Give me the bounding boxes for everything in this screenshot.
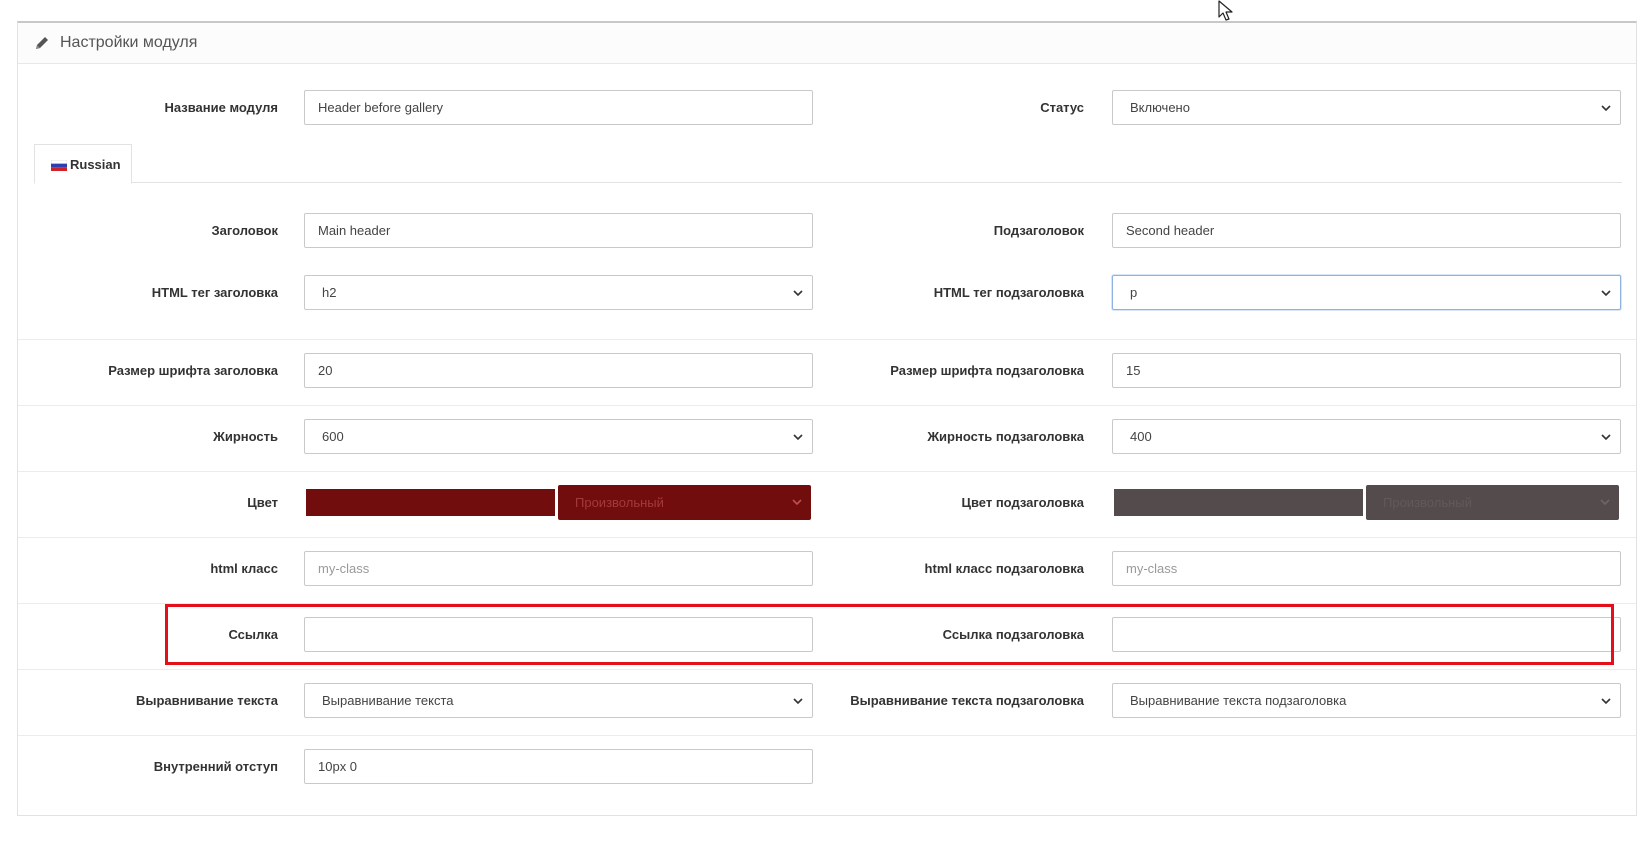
heading-color-label: Цвет <box>247 495 278 510</box>
status-label: Статус <box>1040 100 1084 115</box>
row-html-tag: HTML тег заголовка h2 HTML тег подзаголо… <box>18 263 1636 329</box>
heading-color-mode-value: Произвольный <box>575 495 664 510</box>
heading-weight-select[interactable]: 600 <box>304 419 813 454</box>
subheading-label: Подзаголовок <box>993 223 1084 238</box>
russian-flag-icon <box>50 159 68 171</box>
subheading-tag-select[interactable]: p <box>1112 275 1621 310</box>
heading-label: Заголовок <box>211 223 278 238</box>
chevron-down-icon <box>1601 434 1611 441</box>
row-html-class: html класс my-class html класс подзаголо… <box>18 537 1636 603</box>
chevron-down-icon <box>1601 105 1611 112</box>
subheading-color-swatch[interactable] <box>1114 489 1363 516</box>
padding-label: Внутренний отступ <box>153 759 278 774</box>
subheading-color-mode-value: Произвольный <box>1383 495 1472 510</box>
subheading-align-select[interactable]: Выравнивание текста подзаголовка <box>1112 683 1621 718</box>
panel-title: Настройки модуля <box>60 34 198 51</box>
subheading-tag-value: p <box>1130 285 1138 300</box>
heading-weight-label: Жирность <box>213 429 278 444</box>
panel-heading: Настройки модуля <box>18 23 1636 64</box>
heading-weight-value: 600 <box>322 429 344 444</box>
tab-russian[interactable]: Russian <box>34 144 132 184</box>
chevron-down-icon <box>793 698 803 705</box>
subheading-align-label: Выравнивание текста подзаголовка <box>850 693 1084 708</box>
heading-align-value: Выравнивание текста <box>322 693 454 708</box>
subheading-tag-label: HTML тег подзаголовка <box>933 285 1084 300</box>
language-tabs: Russian <box>34 144 1622 184</box>
row-module-name: Название модуля Header before gallery Ст… <box>18 73 1636 139</box>
chevron-down-icon <box>792 499 802 506</box>
tab-russian-label: Russian <box>70 156 121 172</box>
heading-class-input[interactable]: my-class <box>304 551 813 586</box>
heading-align-label: Выравнивание текста <box>136 693 278 708</box>
highlight-box <box>165 604 1614 665</box>
subheading-input[interactable]: Second header <box>1112 213 1621 248</box>
subheading-weight-select[interactable]: 400 <box>1112 419 1621 454</box>
status-select-value: Включено <box>1130 100 1190 115</box>
chevron-down-icon <box>1600 499 1610 506</box>
subheading-font-size-input[interactable]: 15 <box>1112 353 1621 388</box>
subheading-align-value: Выравнивание текста подзаголовка <box>1130 693 1347 708</box>
subheading-font-size-label: Размер шрифта подзаголовка <box>890 363 1084 378</box>
heading-class-label: html класс <box>210 561 278 576</box>
heading-input[interactable]: Main header <box>304 213 813 248</box>
heading-color-swatch[interactable] <box>306 489 555 516</box>
row-weight: Жирность 600 Жирность подзаголовка 400 <box>18 405 1636 471</box>
module-settings-panel: Настройки модуля Название модуля Header … <box>17 21 1637 816</box>
heading-color-mode-select[interactable]: Произвольный <box>558 485 811 520</box>
padding-input[interactable]: 10px 0 <box>304 749 813 784</box>
subheading-color-label: Цвет подзаголовка <box>961 495 1084 510</box>
row-align: Выравнивание текста Выравнивание текста … <box>18 669 1636 735</box>
heading-tag-label: HTML тег заголовка <box>151 285 278 300</box>
pencil-icon <box>36 37 48 49</box>
subheading-weight-value: 400 <box>1130 429 1152 444</box>
heading-font-size-input[interactable]: 20 <box>304 353 813 388</box>
subheading-weight-label: Жирность подзаголовка <box>927 429 1084 444</box>
row-padding: Внутренний отступ 10px 0 <box>18 735 1636 801</box>
chevron-down-icon <box>793 434 803 441</box>
subheading-class-input[interactable]: my-class <box>1112 551 1621 586</box>
chevron-down-icon <box>793 290 803 297</box>
heading-tag-select[interactable]: h2 <box>304 275 813 310</box>
chevron-down-icon <box>1601 290 1611 297</box>
heading-font-size-label: Размер шрифта заголовка <box>108 363 278 378</box>
heading-align-select[interactable]: Выравнивание текста <box>304 683 813 718</box>
mouse-cursor-icon <box>1218 0 1233 21</box>
status-select[interactable]: Включено <box>1112 90 1621 125</box>
chevron-down-icon <box>1601 698 1611 705</box>
module-name-input[interactable]: Header before gallery <box>304 90 813 125</box>
row-font-size: Размер шрифта заголовка 20 Размер шрифта… <box>18 339 1636 405</box>
subheading-class-label: html класс подзаголовка <box>924 561 1084 576</box>
subheading-color-mode-select[interactable]: Произвольный <box>1366 485 1619 520</box>
heading-tag-value: h2 <box>322 285 337 300</box>
row-heading: Заголовок Main header Подзаголовок Secon… <box>18 197 1636 263</box>
row-color: Цвет Произвольный Цвет подзаголовка Прои… <box>18 471 1636 537</box>
module-name-label: Название модуля <box>164 100 278 115</box>
